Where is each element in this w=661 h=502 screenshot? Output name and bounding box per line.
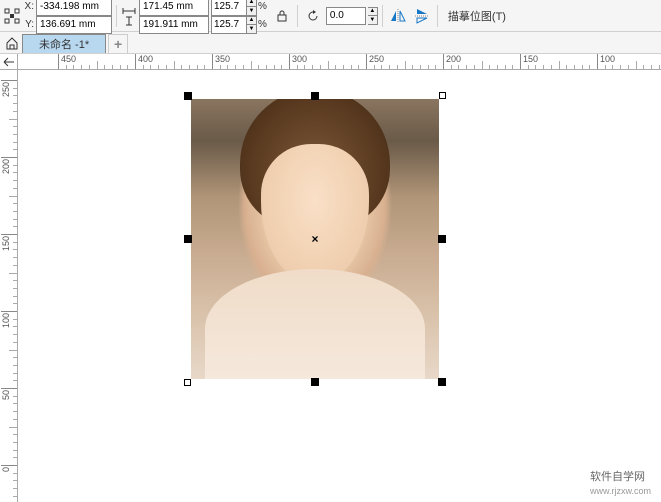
- scale-x-input[interactable]: [211, 0, 247, 16]
- y-label: Y:: [22, 19, 34, 30]
- angle-spinner[interactable]: ▲▼: [368, 7, 378, 25]
- scale-x-spinner[interactable]: ▲▼: [247, 0, 257, 16]
- handle-top-middle[interactable]: [311, 92, 319, 100]
- y-position-input[interactable]: [36, 16, 112, 34]
- document-tab[interactable]: 未命名 -1*: [22, 34, 106, 53]
- size-icons: [121, 3, 137, 29]
- handle-middle-right[interactable]: [438, 235, 446, 243]
- x-label: X:: [22, 1, 34, 12]
- watermark-main: 软件自学网: [590, 468, 651, 484]
- trace-bitmap-button[interactable]: 描摹位图(T): [442, 6, 512, 26]
- property-toolbar: X: Y: ▲▼ % ▲▼ % ▲▼: [0, 0, 661, 32]
- handle-middle-left[interactable]: [184, 235, 192, 243]
- x-position-input[interactable]: [36, 0, 112, 16]
- handle-top-left[interactable]: [184, 92, 192, 100]
- mirror-vertical-button[interactable]: [411, 5, 433, 27]
- handle-bottom-middle[interactable]: [311, 378, 319, 386]
- percent-label: %: [258, 19, 267, 30]
- lock-ratio-button[interactable]: [271, 5, 293, 27]
- scale-y-spinner[interactable]: ▲▼: [247, 16, 257, 34]
- scale-y-input[interactable]: [211, 16, 247, 34]
- watermark: 软件自学网 www.rjzxw.com: [590, 468, 651, 496]
- mirror-horizontal-button[interactable]: [387, 5, 409, 27]
- rotate-icon: [302, 5, 324, 27]
- watermark-sub: www.rjzxw.com: [590, 486, 651, 496]
- ruler-corner[interactable]: [0, 54, 18, 70]
- add-tab-button[interactable]: +: [108, 34, 128, 53]
- handle-top-right[interactable]: [439, 92, 446, 99]
- height-input[interactable]: [139, 16, 209, 34]
- width-input[interactable]: [139, 0, 209, 16]
- percent-label: %: [258, 1, 267, 12]
- home-icon[interactable]: [2, 32, 22, 53]
- document-tabbar: 未命名 -1* +: [0, 32, 661, 54]
- handle-bottom-right[interactable]: [438, 378, 446, 386]
- selected-bitmap-object[interactable]: ×: [184, 92, 446, 386]
- position-size-icon: [4, 8, 20, 24]
- center-marker[interactable]: ×: [311, 232, 318, 246]
- canvas-area[interactable]: × 软件自学网 www.rjzxw.com: [18, 70, 661, 502]
- horizontal-ruler[interactable]: 450400350300250200150100: [18, 54, 661, 70]
- handle-bottom-left[interactable]: [184, 379, 191, 386]
- rotation-angle-input[interactable]: [326, 7, 366, 25]
- vertical-ruler[interactable]: 250200150100500: [0, 70, 18, 502]
